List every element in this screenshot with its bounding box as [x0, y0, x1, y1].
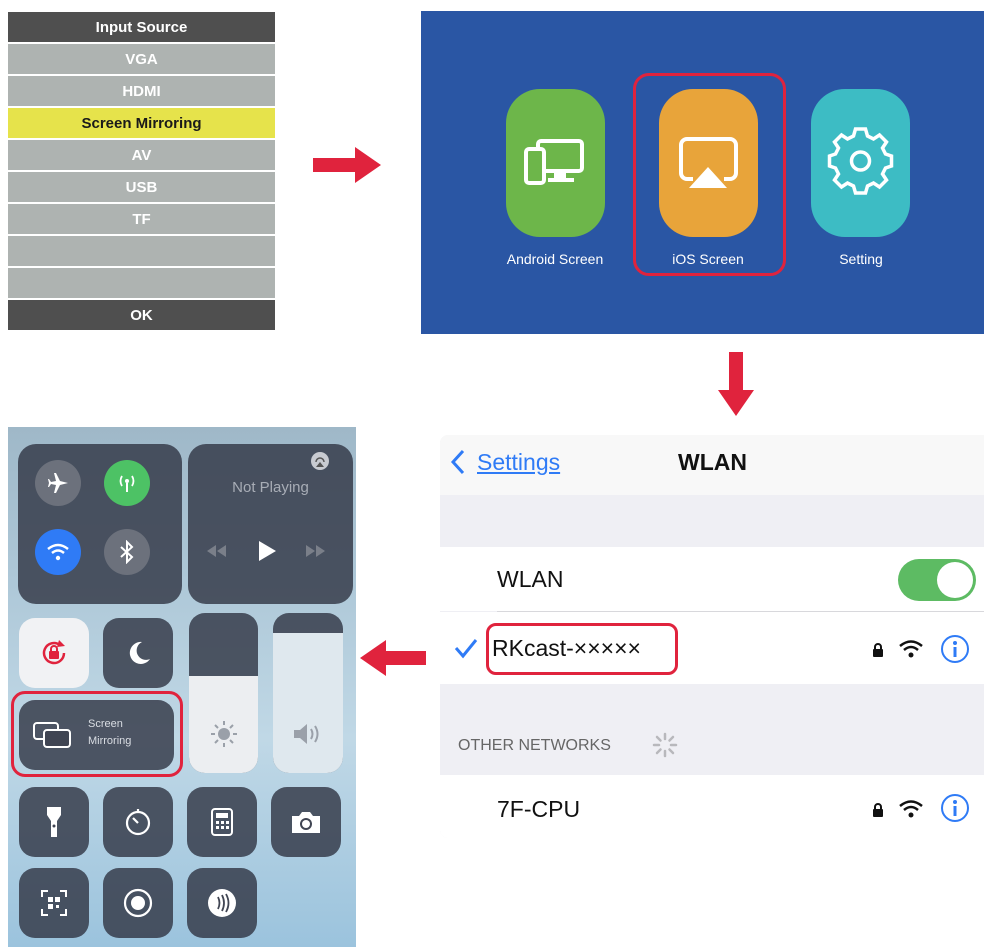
play-icon[interactable]: [256, 539, 278, 563]
airplay-audio-icon[interactable]: [310, 451, 330, 471]
info-icon[interactable]: [940, 793, 970, 823]
camera-button[interactable]: [271, 787, 341, 857]
brightness-slider[interactable]: [189, 613, 258, 773]
menu-item-tf[interactable]: TF: [8, 204, 275, 234]
timer-icon: [125, 809, 151, 836]
wifi-icon: [899, 640, 923, 658]
setting-app[interactable]: [811, 89, 910, 237]
rewind-icon[interactable]: [204, 543, 228, 559]
moon-icon: [129, 641, 150, 664]
wlan-label: WLAN: [497, 566, 564, 592]
qr-scanner-button[interactable]: [19, 868, 89, 938]
network-highlight: [486, 623, 678, 675]
info-icon[interactable]: [940, 634, 970, 664]
brightness-icon: [211, 721, 237, 747]
nfc-icon: [208, 889, 236, 917]
menu-title: Input Source: [8, 12, 275, 42]
bluetooth-button[interactable]: [104, 529, 150, 575]
do-not-disturb-button[interactable]: [103, 618, 173, 688]
menu-item-hdmi[interactable]: HDMI: [8, 76, 275, 106]
other-networks-header: OTHER NETWORKS: [458, 737, 611, 754]
android-screen-app[interactable]: [506, 89, 605, 237]
now-playing-label: Not Playing: [232, 479, 309, 496]
menu-item-empty-2: [8, 268, 275, 298]
devices-icon: [524, 139, 584, 185]
menu-item-av[interactable]: AV: [8, 140, 275, 170]
flashlight-icon: [47, 807, 61, 837]
airplane-icon: [48, 473, 68, 493]
record-icon: [123, 888, 153, 918]
menu-item-empty-1: [8, 236, 275, 266]
arrow-left-icon: [360, 640, 426, 676]
chevron-left-icon[interactable]: [450, 449, 466, 475]
setting-label: Setting: [839, 251, 883, 267]
volume-slider[interactable]: [273, 613, 343, 773]
arrow-down-icon: [718, 352, 754, 416]
nfc-button[interactable]: [187, 868, 257, 938]
timer-button[interactable]: [103, 787, 173, 857]
android-screen-label: Android Screen: [506, 251, 604, 267]
airplane-mode-button[interactable]: [35, 460, 81, 506]
control-center: Not Playing Screen Mirroring: [8, 427, 356, 947]
cellular-data-button[interactable]: [104, 460, 150, 506]
bluetooth-icon: [120, 540, 134, 564]
wifi-icon: [899, 800, 923, 818]
calculator-icon: [211, 808, 233, 836]
camera-icon: [292, 812, 320, 833]
ios-screen-highlight: [633, 73, 786, 276]
cellular-antenna-icon: [119, 475, 135, 492]
orientation-lock-icon: [42, 640, 66, 665]
screen-record-button[interactable]: [103, 868, 173, 938]
menu-item-vga[interactable]: VGA: [8, 44, 275, 74]
loading-spinner-icon: [652, 732, 678, 758]
orientation-lock-button[interactable]: [19, 618, 89, 688]
other-network-name: 7F-CPU: [497, 796, 581, 822]
ok-button[interactable]: OK: [8, 300, 275, 330]
volume-icon: [294, 724, 319, 744]
projector-home-screen: Android Screen iOS Screen Setting: [421, 11, 984, 334]
menu-item-usb[interactable]: USB: [8, 172, 275, 202]
qr-code-icon: [41, 890, 67, 916]
menu-item-screen-mirroring[interactable]: Screen Mirroring: [8, 108, 275, 138]
wifi-icon: [47, 543, 69, 561]
arrow-right-icon: [313, 147, 381, 183]
wlan-toggle[interactable]: [898, 559, 976, 601]
checkmark-icon: [454, 639, 478, 659]
page-title: WLAN: [678, 449, 747, 475]
lock-icon: [873, 643, 883, 657]
wifi-button[interactable]: [35, 529, 81, 575]
lock-icon: [873, 803, 883, 817]
flashlight-button[interactable]: [19, 787, 89, 857]
fast-forward-icon[interactable]: [304, 543, 328, 559]
calculator-button[interactable]: [187, 787, 257, 857]
input-source-menu: Input Source VGA HDMI Screen Mirroring A…: [8, 12, 275, 332]
screen-mirroring-highlight: [11, 691, 183, 777]
back-settings-link[interactable]: Settings: [477, 449, 560, 476]
wlan-settings-screen: Settings WLAN WLAN RKcast-××××× OTHER NE…: [440, 435, 984, 838]
gear-icon: [827, 127, 894, 195]
